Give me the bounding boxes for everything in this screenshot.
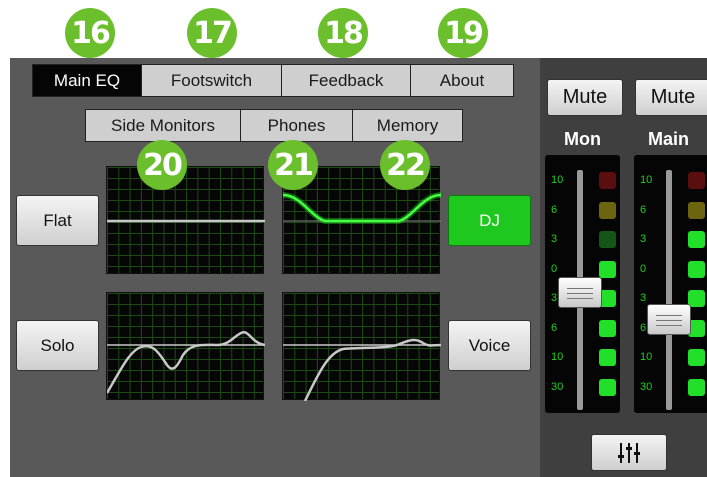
meter-scale-label: 30 [640,380,653,393]
meter-scale-label: 3 [551,233,558,245]
meter-led [688,349,705,366]
channel-label-main: Main [648,129,690,149]
fader-knob-mon[interactable] [558,276,602,308]
eq-graph-solo[interactable] [106,292,265,400]
meter-led [688,172,705,189]
tab-side-monitors[interactable]: Side Monitors [85,109,241,142]
meter-scale-label: 30 [551,380,564,393]
voice-button[interactable]: Voice [448,320,531,371]
meter-led [599,172,616,189]
fader-knob-main[interactable] [647,303,691,335]
meter-scale-label: 6 [551,203,558,216]
meter-led [688,378,705,396]
tab-phones[interactable]: Phones [240,109,353,142]
callout-badge-19: 19 [438,8,488,58]
meter-scale-label: 6 [640,203,647,216]
meter-scale-label: 10 [640,174,653,186]
callout-badge-17: 17 [187,8,237,58]
mute-button-main[interactable]: Mute [635,79,707,116]
meter-scale-label: 10 [551,351,564,363]
meter-led [599,231,616,248]
meter-scale-label: 6 [640,321,647,334]
meter-led [599,378,616,396]
meter-scale-label: 0 [551,262,558,275]
meter-led [688,260,705,278]
callout-badge-21: 21 [268,140,318,190]
tab-footswitch[interactable]: Footswitch [141,64,282,97]
channel-label-mon: Mon [564,129,601,149]
meter-led [688,201,705,219]
meter-led [599,260,616,278]
meter-scale-label: 10 [640,351,653,363]
eq-curve-solo [107,331,265,394]
tab-about[interactable]: About [410,64,514,97]
callout-badge-16: 16 [65,8,115,58]
callout-badge-22: 22 [380,140,430,190]
dj-button[interactable]: DJ [448,195,531,246]
tab-main-eq[interactable]: Main EQ [32,64,142,97]
meter-scale-label: 3 [551,292,558,304]
solo-button[interactable]: Solo [16,320,99,371]
meter-led [599,319,616,337]
mixer-button[interactable] [591,434,667,471]
mixer-sliders-icon [618,442,640,463]
flat-button[interactable]: Flat [16,195,99,246]
fader-track-main [666,170,672,410]
eq-graph-voice[interactable] [282,292,441,401]
meter-scale-label: 3 [640,292,647,304]
eq-curve-voice [283,338,441,401]
eq-curve-flat [107,219,265,223]
tab-feedback[interactable]: Feedback [281,64,411,97]
meter-led [688,231,705,248]
meter-scale-label: 3 [640,233,647,245]
meter-scale-label: 0 [640,262,647,275]
meter-scale-label: 10 [551,174,564,186]
callout-badge-20: 20 [137,140,187,190]
callout-badge-18: 18 [318,8,368,58]
meter-scale-label: 6 [551,321,558,334]
mute-button-mon[interactable]: Mute [547,79,623,116]
tab-memory[interactable]: Memory [352,109,463,142]
meter-led [599,349,616,366]
meter-led [599,201,616,219]
eq-graph-flat[interactable] [106,166,265,274]
